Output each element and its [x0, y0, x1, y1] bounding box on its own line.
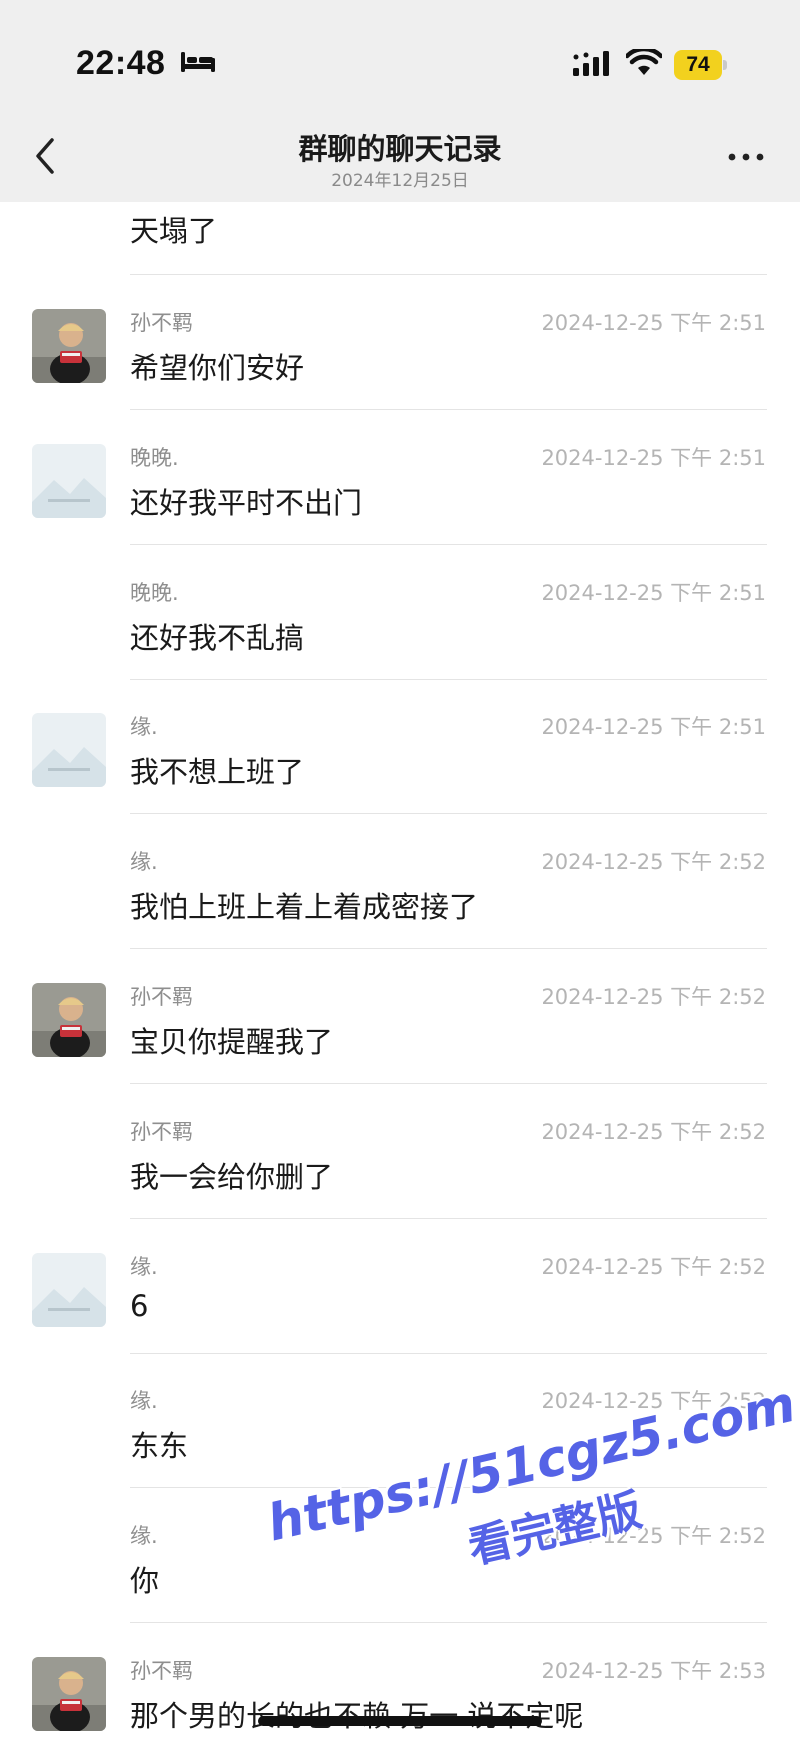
sender-name: 缘.: [130, 1524, 158, 1549]
battery-level: 74: [686, 53, 710, 76]
message-text: 东东: [130, 1429, 189, 1464]
page-subtitle: 2024年12月25日: [331, 171, 469, 191]
sender-name: 孙不羁: [130, 311, 193, 335]
message-text: 你: [130, 1564, 160, 1599]
message-row[interactable]: 孙不羁 2024-12-25 下午 2:52 宝贝你提醒我了: [0, 949, 800, 1084]
message-timestamp: 2024-12-25 下午 2:53: [541, 1659, 766, 1683]
message-text: 那个男的长的也不赖 万一 说不定呢: [130, 1693, 583, 1735]
message-row[interactable]: 缘. 2024-12-25 下午 2:51 我不想上班了: [0, 679, 800, 815]
message-text: 还好我平时不出门: [130, 485, 363, 520]
message-timestamp: 2024-12-25 下午 2:52: [541, 1119, 766, 1144]
sender-name: 缘.: [130, 1254, 158, 1279]
status-time: 22:48: [76, 44, 166, 82]
message-timestamp: 2024-12-25 下午 2:51: [541, 580, 766, 605]
avatar-placeholder-icon[interactable]: [32, 443, 106, 518]
sender-name: 缘.: [130, 715, 158, 740]
message-row[interactable]: 孙不羁 2024-12-25 下午 2:51 希望你们安好: [0, 275, 800, 410]
message-timestamp: 2024-12-25 下午 2:52: [541, 1254, 766, 1279]
message-timestamp: 2024-12-25 下午 2:51: [541, 445, 766, 470]
message-text: 天塌了: [130, 214, 218, 248]
home-indicator: [258, 1716, 542, 1726]
message-row[interactable]: 晚晚. 2024-12-25 下午 2:51 还好我平时不出门: [0, 410, 800, 545]
message-text: 宝贝你提醒我了: [130, 1025, 334, 1059]
page-title: 群聊的聊天记录: [298, 132, 502, 166]
avatar-photo[interactable]: [32, 983, 106, 1057]
bed-icon: [181, 52, 215, 72]
message-text: 我不想上班了: [130, 755, 305, 790]
sender-name: 晚晚.: [130, 445, 179, 470]
sender-name: 孙不羁: [130, 985, 193, 1009]
battery-icon: 74: [674, 50, 728, 80]
avatar-placeholder-icon[interactable]: [32, 713, 106, 788]
message-timestamp: 2024-12-25 下午 2:52: [541, 850, 766, 875]
message-timestamp: 2024-12-25 下午 2:51: [541, 715, 766, 740]
nav-bar: 群聊的聊天记录 2024年12月25日: [0, 110, 800, 202]
message-text: 6: [130, 1288, 149, 1323]
message-row[interactable]: 缘. 2024-12-25 下午 2:52 我怕上班上着上着成密接了: [0, 814, 800, 950]
message-text: 我一会给你删了: [130, 1159, 334, 1194]
message-text: 希望你们安好: [130, 351, 305, 385]
signal-icon: [573, 51, 609, 76]
wifi-icon: [626, 49, 662, 75]
sender-name: 孙不羁: [130, 1659, 193, 1683]
message-text: 我怕上班上着上着成密接了: [130, 890, 479, 925]
sender-name: 缘.: [130, 850, 158, 875]
sender-name: 孙不羁: [130, 1119, 193, 1144]
status-bar: 22:48 74: [0, 0, 800, 110]
avatar-photo[interactable]: [32, 1657, 106, 1731]
message-timestamp: 2024-12-25 下午 2:52: [541, 985, 766, 1009]
message-row[interactable]: 缘. 2024-12-25 下午 2:52 6: [0, 1219, 800, 1354]
message-row[interactable]: 晚晚. 2024-12-25 下午 2:51 还好我不乱搞: [0, 545, 800, 680]
more-dots-icon[interactable]: [726, 150, 766, 164]
sender-name: 缘.: [130, 1389, 158, 1414]
avatar-photo[interactable]: [32, 309, 106, 383]
message-text: 还好我不乱搞: [130, 620, 305, 655]
sender-name: 晚晚.: [130, 580, 179, 605]
message-row[interactable]: 孙不羁 2024-12-25 下午 2:52 我一会给你删了: [0, 1084, 800, 1219]
message-timestamp: 2024-12-25 下午 2:51: [541, 311, 766, 335]
avatar-placeholder-icon[interactable]: [32, 1252, 106, 1327]
